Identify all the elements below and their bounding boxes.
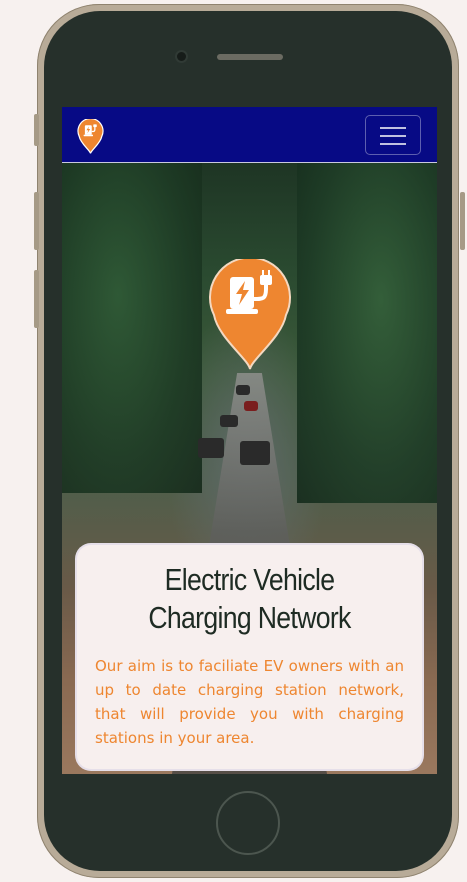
phone-speaker (217, 54, 283, 60)
intro-card: Electric Vehicle Charging Network Our ai… (77, 545, 422, 769)
hamburger-line (380, 127, 406, 129)
ev-charging-pin-icon[interactable] (77, 117, 104, 154)
hero-background-image: Electric Vehicle Charging Network Our ai… (62, 163, 437, 774)
ev-charging-pin-icon (208, 256, 292, 371)
hamburger-line (380, 143, 406, 145)
home-button[interactable] (216, 791, 280, 855)
app-screen: Electric Vehicle Charging Network Our ai… (62, 107, 437, 774)
hero-trees-right (297, 163, 437, 503)
hero-trees-left (62, 163, 202, 493)
card-title: Electric Vehicle Charging Network (148, 562, 351, 635)
card-description: Our aim is to faciliate EV owners with a… (95, 657, 404, 747)
navbar (62, 107, 437, 163)
hero-car (220, 415, 238, 427)
phone-volume-down-button (34, 270, 39, 328)
phone-side-button (34, 114, 39, 146)
hero-car (198, 438, 224, 458)
phone-power-button (460, 192, 465, 250)
hero-car (244, 401, 258, 411)
hero-car (240, 441, 270, 465)
hero-car (236, 385, 250, 395)
hamburger-line (380, 135, 406, 137)
front-camera (177, 52, 186, 61)
navbar-toggler-button[interactable] (365, 115, 421, 155)
phone-volume-up-button (34, 192, 39, 250)
